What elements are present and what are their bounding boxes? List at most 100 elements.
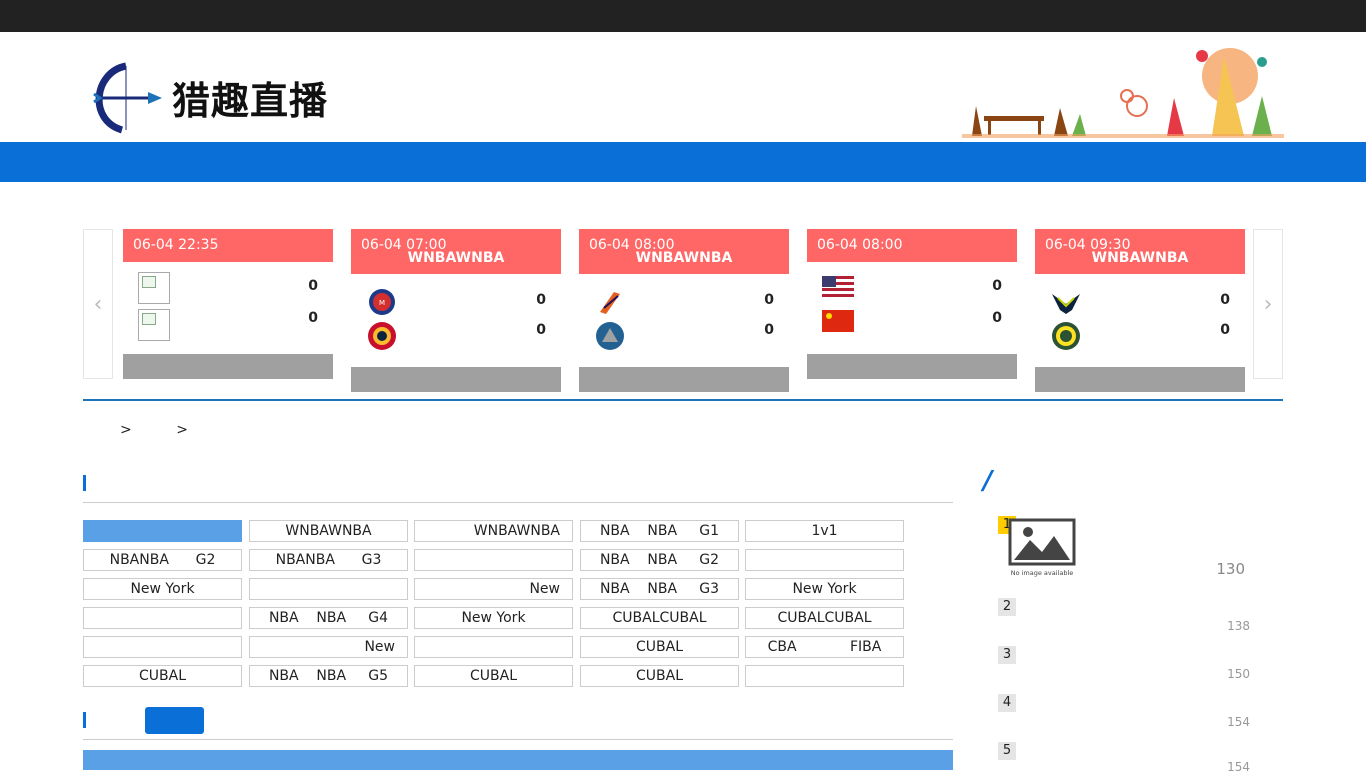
- section-accent-bar: [83, 712, 86, 728]
- tag-link[interactable]: [745, 549, 904, 571]
- view-count: 130: [1216, 560, 1245, 578]
- tag-link[interactable]: NBA NBA G1: [580, 520, 739, 542]
- usa-flag-icon: [822, 276, 854, 298]
- home-team-row: M 0: [351, 286, 561, 316]
- home-team-row: 0: [123, 272, 333, 304]
- broken-image-icon: [138, 272, 170, 304]
- match-card[interactable]: 06-04 22:35 0 0: [123, 229, 333, 379]
- tag-link[interactable]: CBA FIBA: [745, 636, 904, 658]
- rank-number: 2: [998, 598, 1016, 616]
- home-score: 0: [992, 278, 1002, 294]
- match-card[interactable]: 06-04 08:00 WNBAWNBA 0 0: [579, 229, 789, 392]
- away-score: 0: [308, 310, 318, 326]
- header: 猎趣直播: [0, 32, 1366, 142]
- tag-link[interactable]: WNBAWNBA: [249, 520, 408, 542]
- sidebar-title: /: [983, 466, 993, 496]
- no-image-label: No image available: [1011, 569, 1074, 577]
- breadcrumb: > >: [120, 422, 228, 438]
- list-header-bar: [83, 750, 953, 770]
- tag-link[interactable]: WNBAWNBA: [414, 520, 573, 542]
- svg-text:M: M: [379, 299, 385, 307]
- tag-link[interactable]: CUBAL: [414, 665, 573, 687]
- rank-item[interactable]: 2: [998, 598, 1016, 616]
- tag-link[interactable]: New York: [414, 607, 573, 629]
- lynx-logo-icon: [596, 322, 624, 350]
- tag-link[interactable]: NBA NBA G4: [249, 607, 408, 629]
- match-time: 06-04 22:35: [133, 237, 219, 253]
- tag-link[interactable]: NBANBA G3: [249, 549, 408, 571]
- tag-link[interactable]: [83, 607, 242, 629]
- away-team-row: 0: [807, 304, 1017, 334]
- tag-link[interactable]: [414, 549, 573, 571]
- tag-link[interactable]: New York: [745, 578, 904, 600]
- home-team-row: 0: [579, 286, 789, 316]
- tag-link[interactable]: NBA NBA G2: [580, 549, 739, 571]
- match-card-footer[interactable]: [579, 367, 789, 392]
- tag-link[interactable]: NBA NBA G5: [249, 665, 408, 687]
- tag-link[interactable]: CUBAL: [83, 665, 242, 687]
- tag-link[interactable]: NBA NBA G3: [580, 578, 739, 600]
- match-card[interactable]: 06-04 07:00 WNBAWNBA M 0 0: [351, 229, 561, 392]
- away-team-row: 0: [351, 316, 561, 350]
- match-card-footer[interactable]: [1035, 367, 1245, 392]
- home-score: 0: [308, 278, 318, 294]
- rank-number: 5: [998, 742, 1016, 760]
- tag-link[interactable]: CUBALCUBAL: [580, 607, 739, 629]
- main-nav-bar[interactable]: [0, 142, 1366, 182]
- section-divider: [83, 399, 1283, 401]
- tag-link[interactable]: [249, 578, 408, 600]
- away-score: 0: [992, 310, 1002, 326]
- tag-link[interactable]: [414, 636, 573, 658]
- bow-arrow-logo-icon: [93, 62, 162, 134]
- tag-link[interactable]: NBANBA G2: [83, 549, 242, 571]
- match-card-footer[interactable]: [807, 354, 1017, 379]
- match-card-header: 06-04 08:00: [807, 229, 1017, 262]
- tag-link[interactable]: 1v1: [745, 520, 904, 542]
- tag-link[interactable]: New York: [83, 578, 242, 600]
- away-score: 0: [536, 322, 546, 338]
- tag-link[interactable]: [83, 520, 242, 542]
- away-team-row: 0: [1035, 316, 1245, 350]
- slider-next-button[interactable]: ›: [1253, 229, 1283, 379]
- tag-link[interactable]: [83, 636, 242, 658]
- view-count: 154: [1227, 715, 1250, 729]
- match-card[interactable]: 06-04 08:00 0 0: [807, 229, 1017, 379]
- sports-banner-illustration: [962, 48, 1284, 138]
- tag-link[interactable]: New: [249, 636, 408, 658]
- league-name: WNBAWNBA: [635, 250, 733, 266]
- home-team-row: 0: [807, 272, 1017, 302]
- rank-item[interactable]: 5: [998, 742, 1016, 760]
- rank-number: 3: [998, 646, 1016, 664]
- home-score: 0: [764, 292, 774, 308]
- tag-link[interactable]: CUBALCUBAL: [745, 607, 904, 629]
- view-count: 150: [1227, 667, 1250, 681]
- mercury-logo-icon: [600, 292, 620, 314]
- tag-link[interactable]: New: [414, 578, 573, 600]
- view-count: 154: [1227, 760, 1250, 774]
- mystics-logo-icon: M: [369, 289, 395, 315]
- section-accent-bar: [83, 475, 86, 491]
- tag-link[interactable]: CUBAL: [580, 636, 739, 658]
- away-team-row: 0: [123, 304, 333, 341]
- active-tab-button[interactable]: [145, 707, 204, 734]
- tags-section-header: [83, 473, 953, 503]
- match-card-header: 06-04 08:00 WNBAWNBA: [579, 229, 789, 274]
- rank-number: 4: [998, 694, 1016, 712]
- match-card-footer[interactable]: [123, 354, 333, 379]
- slider-prev-button[interactable]: ‹: [83, 229, 113, 379]
- match-card[interactable]: 06-04 09:30 WNBAWNBA 0 0: [1035, 229, 1245, 392]
- away-team-row: 0: [579, 316, 789, 350]
- rank-item[interactable]: 3: [998, 646, 1016, 664]
- rank-item[interactable]: 4: [998, 694, 1016, 712]
- breadcrumb-separator: >: [120, 422, 132, 438]
- match-time: 06-04 08:00: [817, 237, 903, 253]
- match-card-header: 06-04 22:35: [123, 229, 333, 262]
- tag-link[interactable]: CUBAL: [580, 665, 739, 687]
- china-flag-icon: [822, 310, 854, 332]
- fever-logo-icon: [368, 322, 396, 350]
- tag-link[interactable]: [745, 665, 904, 687]
- no-image-icon[interactable]: No image available: [1008, 518, 1078, 578]
- match-card-footer[interactable]: [351, 367, 561, 392]
- breadcrumb-separator: >: [176, 422, 188, 438]
- storm-logo-icon: [1052, 322, 1080, 350]
